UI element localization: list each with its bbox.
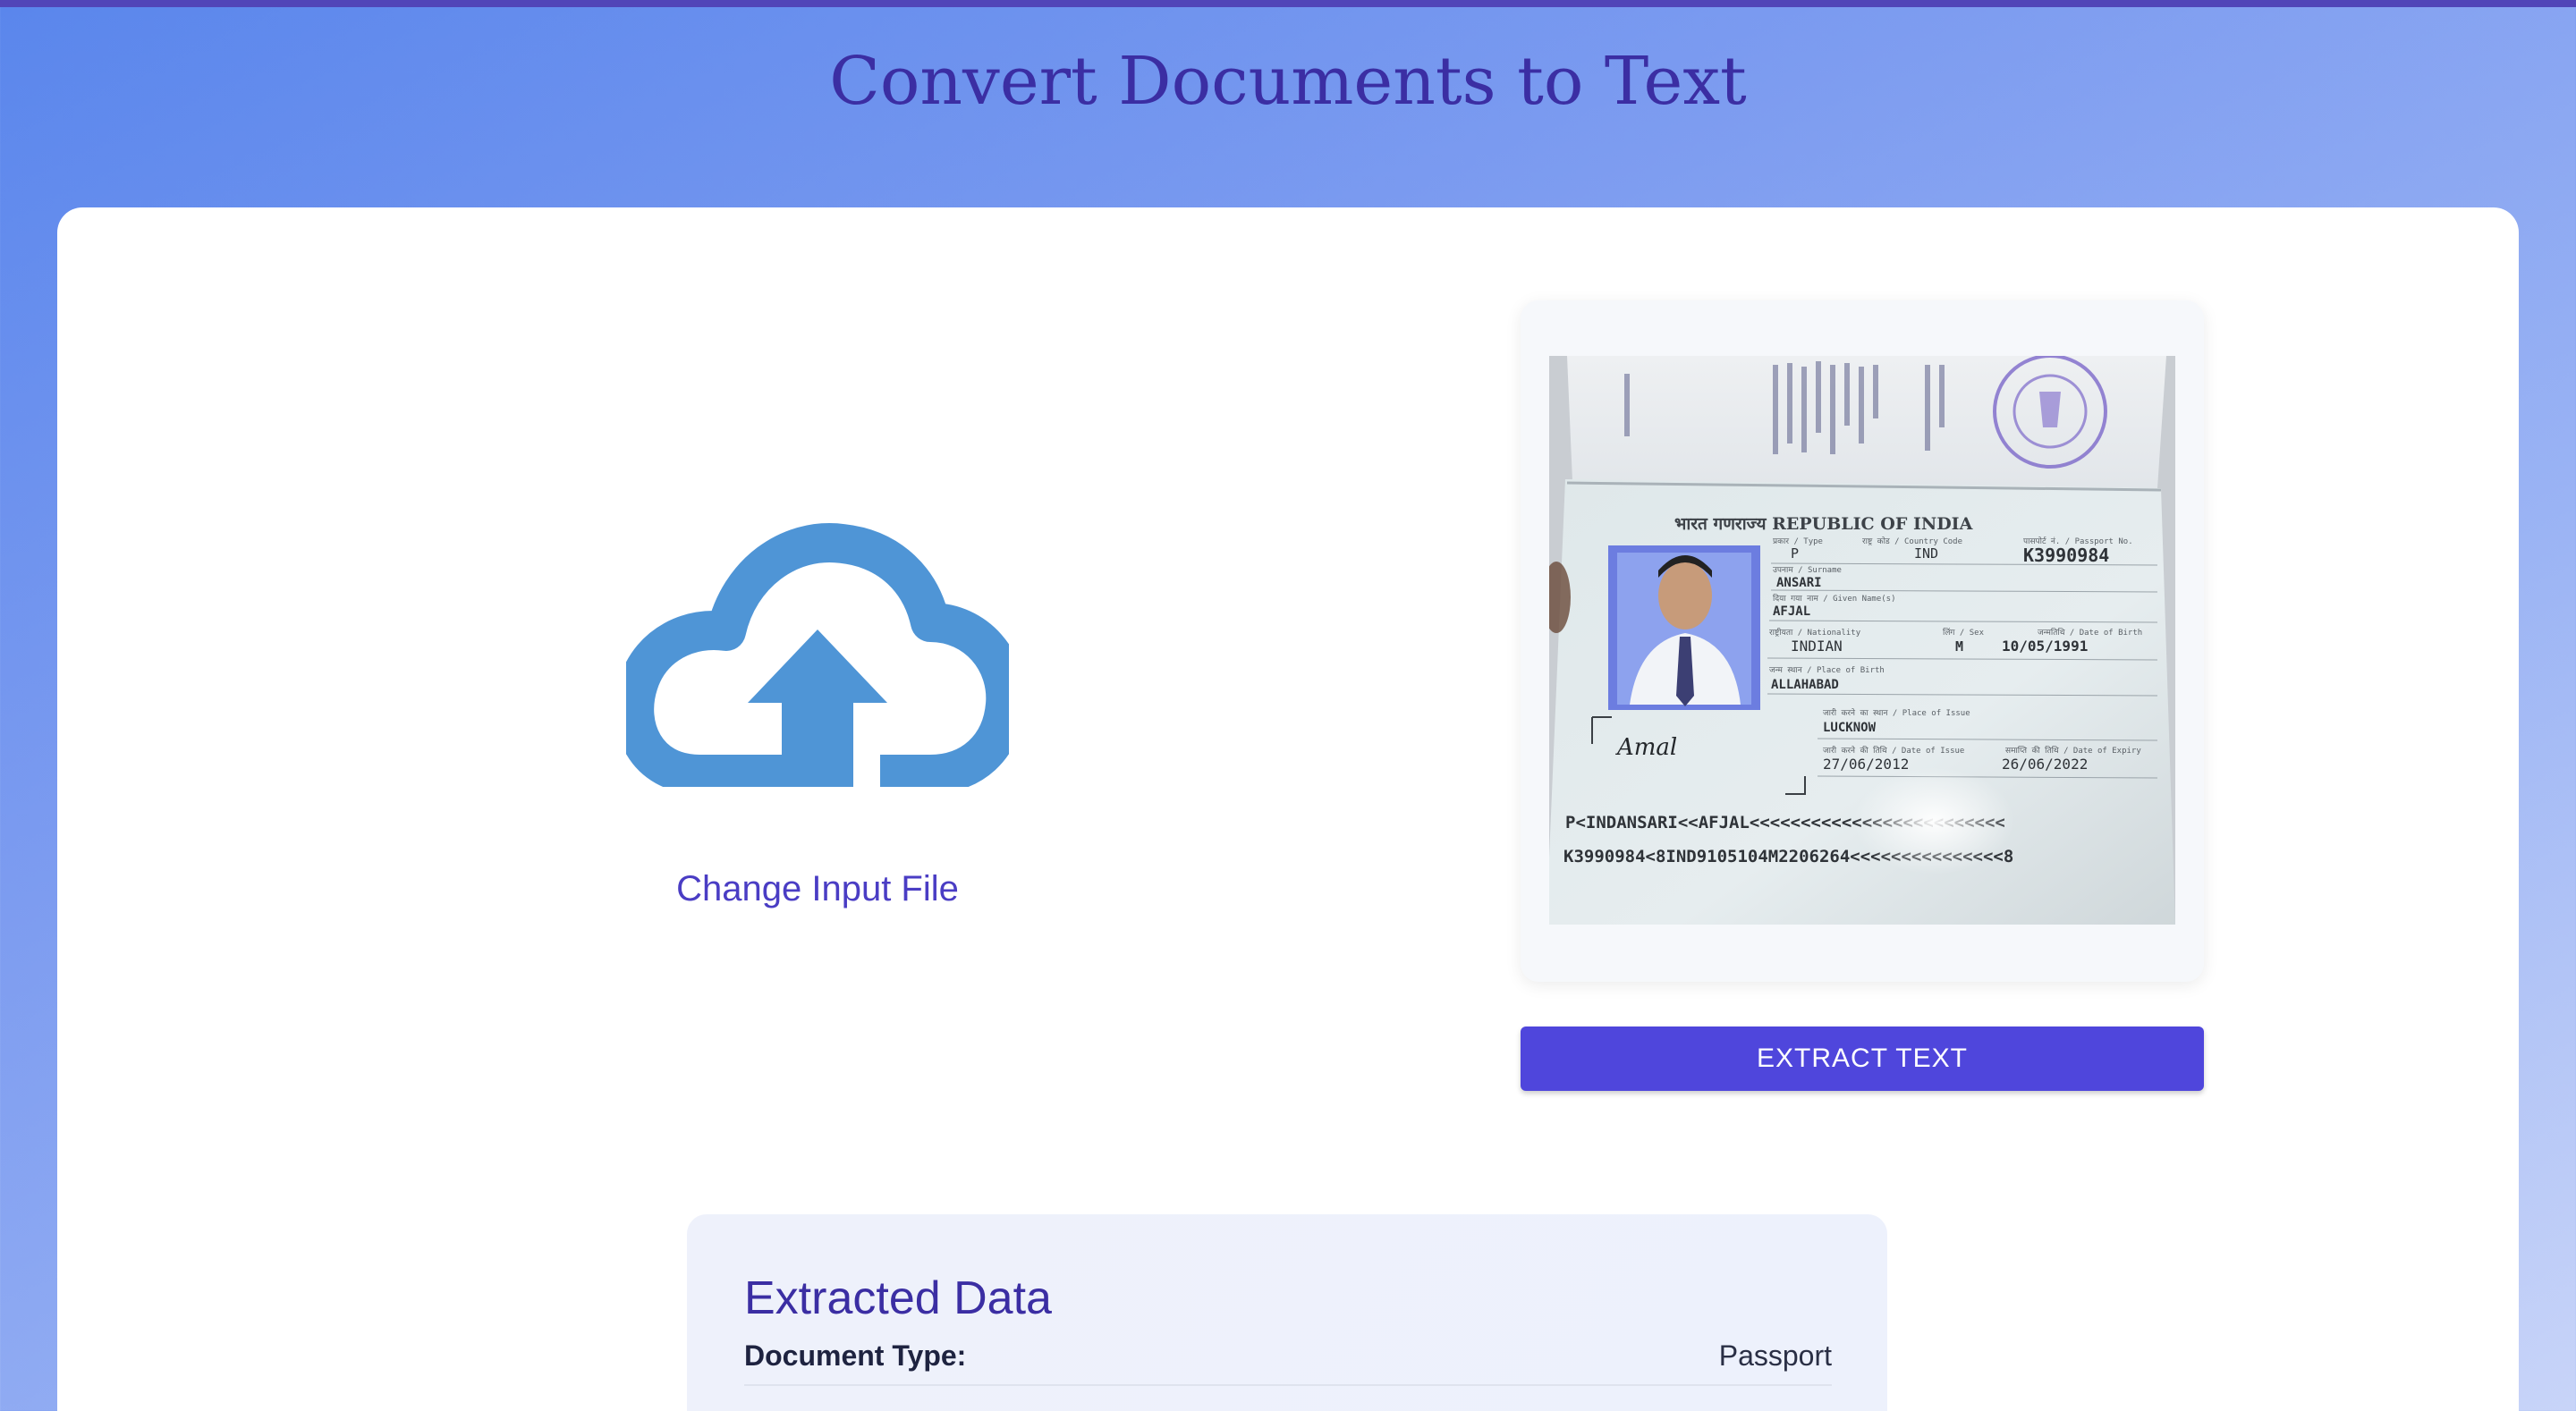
svg-text:दिया गया नाम / Given Name(s): दिया गया नाम / Given Name(s)	[1773, 593, 1896, 604]
change-input-file-link[interactable]: Change Input File	[626, 869, 1009, 909]
svg-text:AFJAL: AFJAL	[1773, 604, 1810, 619]
result-label: Document Type:	[744, 1339, 967, 1372]
result-row-document-type: Document Type: Passport	[744, 1329, 1832, 1386]
svg-text:26/06/2022: 26/06/2022	[2002, 756, 2088, 773]
svg-text:K3990984: K3990984	[2023, 545, 2109, 566]
svg-text:IND: IND	[1914, 545, 1938, 562]
top-accent-bar	[0, 0, 2576, 7]
svg-text:M: M	[1955, 638, 1963, 655]
passport-image: भारत गणराज्य REPUBLIC OF INDIA प्रकार / …	[1549, 356, 2175, 925]
svg-text:P: P	[1791, 545, 1799, 562]
svg-text:राष्ट्रीयता / Nationality: राष्ट्रीयता / Nationality	[1769, 627, 1861, 638]
svg-text:जन्मतिथि / Date of Birth: जन्मतिथि / Date of Birth	[2038, 627, 2142, 638]
file-preview-card: भारत गणराज्य REPUBLIC OF INDIA प्रकार / …	[1521, 300, 2204, 982]
svg-text:27/06/2012: 27/06/2012	[1823, 756, 1909, 773]
svg-text:लिंग / Sex: लिंग / Sex	[1943, 627, 1985, 638]
svg-text:समाप्ति की तिथि / Date of Expi: समाप्ति की तिथि / Date of Expiry	[2005, 745, 2141, 756]
svg-text:उपनाम / Surname: उपनाम / Surname	[1773, 566, 1842, 575]
svg-text:ANSARI: ANSARI	[1776, 576, 1822, 590]
svg-text:INDIAN: INDIAN	[1791, 638, 1843, 655]
result-value: Passport	[1718, 1339, 1832, 1372]
svg-text:जारी करने का स्थान / Place of: जारी करने का स्थान / Place of Issue	[1823, 707, 1970, 718]
upload-dropzone[interactable]	[626, 519, 1009, 787]
page-title: Convert Documents to Text	[829, 43, 1747, 120]
svg-text:जन्म स्थान / Place of Birth: जन्म स्थान / Place of Birth	[1769, 666, 1885, 675]
cloud-upload-icon	[626, 523, 1009, 787]
svg-text:LUCKNOW: LUCKNOW	[1823, 721, 1877, 735]
extract-text-button[interactable]: EXTRACT TEXT	[1521, 1027, 2204, 1091]
svg-text:ALLAHABAD: ALLAHABAD	[1771, 678, 1839, 692]
svg-text:भारत गणराज्य REPUBLIC OF INDI: भारत गणराज्य REPUBLIC OF INDIA	[1674, 514, 1973, 534]
svg-text:जारी करने की तिथि / Date of Is: जारी करने की तिथि / Date of Issue	[1823, 745, 1964, 756]
extracted-data-title: Extracted Data	[744, 1272, 1052, 1324]
svg-text:Amal: Amal	[1615, 734, 1677, 761]
extracted-data-panel: Extracted Data Document Type: Passport	[687, 1214, 1887, 1411]
svg-text:राष्ट्र कोड / Country Code: राष्ट्र कोड / Country Code	[1862, 536, 1962, 546]
svg-text:10/05/1991: 10/05/1991	[2002, 638, 2088, 655]
